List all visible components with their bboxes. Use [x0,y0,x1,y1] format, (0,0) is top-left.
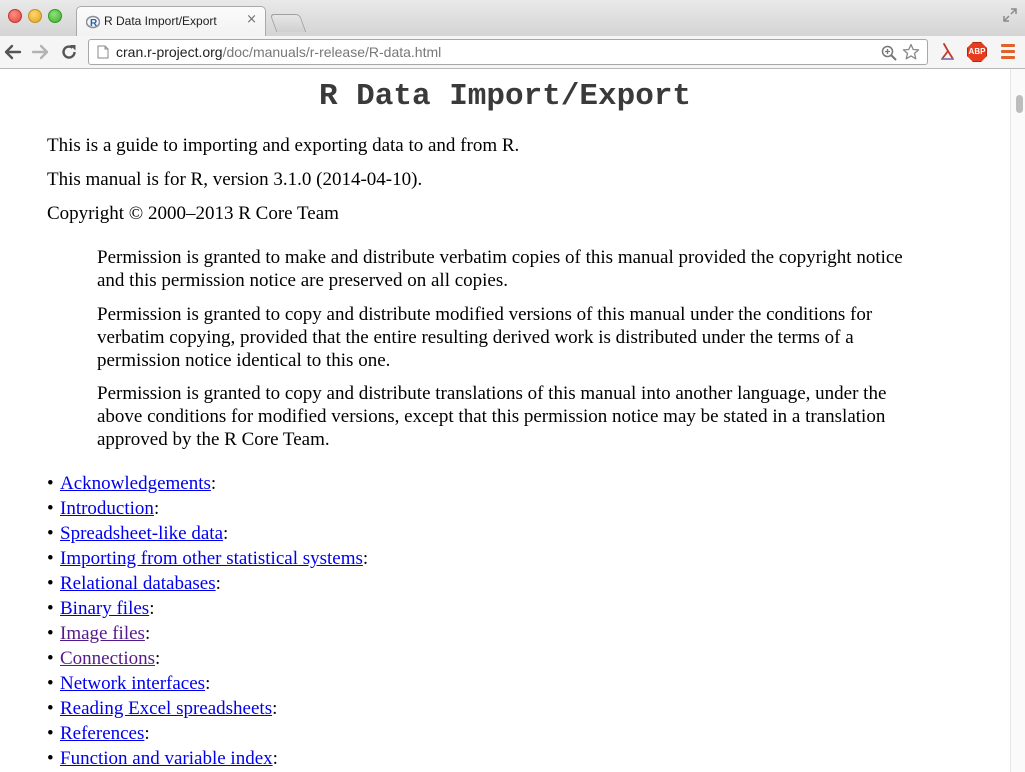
version-text: This manual is for R, version 3.1.0 (201… [47,169,423,190]
toc-suffix: : [215,573,221,594]
toc-item: • Reading Excel spreadsheets: [47,696,368,721]
toc-item: • Relational databases: [47,571,368,596]
bullet: • [47,723,54,744]
toc-item: • Function and variable index: [47,746,368,771]
table-of-contents: • Acknowledgements: • Introduction: • Sprea… [47,471,368,771]
toc-suffix: : [205,673,211,694]
intro-text: This is a guide to importing and exporti… [47,135,520,156]
window-titlebar: R R Data Import/Export × [0,0,1025,36]
bullet: • [47,648,54,669]
toc-link-reading-excel-spreadsheets[interactable]: Reading Excel spreadsheets [60,698,272,719]
adblock-plus-icon[interactable]: ABP [967,42,987,62]
toc-item: • Spreadsheet-like data: [47,521,368,546]
url-text[interactable]: cran.r-project.org/doc/manuals/r-release… [116,44,441,60]
bullet: • [47,673,54,694]
toc-link-acknowledgements[interactable]: Acknowledgements [60,473,211,494]
page-viewport: R Data Import/Export This is a guide to … [0,69,1010,772]
close-window-button[interactable] [8,9,22,23]
page-icon [97,45,109,59]
toc-item: • Binary files: [47,596,368,621]
scrollbar-thumb[interactable] [1016,95,1023,113]
bullet: • [47,548,54,569]
toc-suffix: : [272,748,278,769]
toc-suffix: : [153,498,160,519]
toc-link-connections[interactable]: Connections [60,648,155,669]
toc-link-relational-databases[interactable]: Relational databases [60,573,216,594]
back-arrow-icon[interactable] [3,42,23,62]
toc-link-function-and-variable-index[interactable]: Function and variable index [60,748,273,769]
permission-paragraph: Permission is granted to copy and distri… [97,304,873,371]
toc-suffix: : [144,623,151,644]
bullet: • [47,573,54,594]
tab-close-icon[interactable]: × [246,13,257,27]
bullet: • [47,698,54,719]
reload-icon[interactable] [59,42,79,62]
url-path: /doc/manuals/r-release/R-data.html [222,44,442,60]
zoom-window-button[interactable] [48,9,62,23]
permission-paragraph: Permission is granted to make and distri… [97,247,903,291]
svg-text:R: R [90,18,98,29]
toc-item: • Importing from other statistical system… [47,546,368,571]
browser-menu-icon[interactable] [1001,44,1015,60]
vertical-scrollbar[interactable] [1010,69,1025,772]
browser-toolbar: cran.r-project.org/doc/manuals/r-release… [0,36,1025,69]
toc-item: • Image files: [47,621,368,646]
extension-icon[interactable] [938,42,956,62]
toc-link-binary-files[interactable]: Binary files [60,598,149,619]
page-title: R Data Import/Export [318,79,692,114]
toc-suffix: : [149,598,155,619]
toc-item: • Acknowledgements: [47,471,368,496]
tab-title: R Data Import/Export [104,14,217,28]
toc-item: • Connections: [47,646,368,671]
bookmark-star-icon[interactable] [902,43,920,61]
toc-link-image-files[interactable]: Image files [60,623,145,644]
toc-suffix: : [144,723,150,744]
bullet: • [47,498,54,519]
minimize-window-button[interactable] [28,9,42,23]
new-tab-button[interactable] [269,14,307,32]
zoom-icon[interactable] [881,45,897,61]
fullscreen-icon[interactable] [1003,8,1017,22]
toc-suffix: : [210,473,217,494]
url-host: cran.r-project.org [116,44,223,60]
permission-paragraph: Permission is granted to copy and distri… [97,383,887,450]
toc-suffix: : [223,523,229,544]
toc-link-network-interfaces[interactable]: Network interfaces [60,673,205,694]
bullet: • [47,598,54,619]
toc-item: • Network interfaces: [47,671,368,696]
address-bar[interactable]: cran.r-project.org/doc/manuals/r-release… [88,39,928,65]
toc-link-introduction[interactable]: Introduction [60,498,154,519]
bullet: • [47,748,54,769]
toc-link-spreadsheet-like-data[interactable]: Spreadsheet-like data [60,523,223,544]
toc-item: • Introduction: [47,496,368,521]
toc-link-importing-from-other-systems[interactable]: Importing from other statistical systems [60,548,363,569]
copyright-text: Copyright © 2000–2013 R Core Team [47,203,339,224]
bullet: • [47,623,54,644]
r-logo-icon: R [86,15,100,29]
toc-link-references[interactable]: References [60,723,144,744]
bullet: • [47,473,54,494]
forward-arrow-icon[interactable] [30,42,50,62]
toc-suffix: : [272,698,278,719]
bullet: • [47,523,54,544]
toc-item: • References: [47,721,368,746]
browser-tab[interactable]: R R Data Import/Export × [76,6,266,36]
toc-suffix: : [362,548,369,569]
toc-suffix: : [155,648,161,669]
